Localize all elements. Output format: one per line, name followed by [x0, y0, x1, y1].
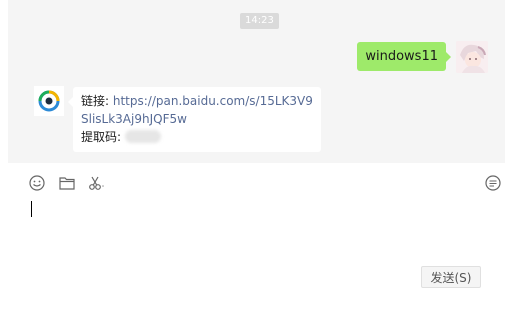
share-link[interactable]: https://pan.baidu.com/s/15LK3V9SlisLk3Aj… — [81, 94, 313, 126]
extraction-code-label: 提取码: — [81, 130, 122, 144]
text-caret — [31, 201, 32, 217]
extraction-code-redacted — [124, 130, 161, 143]
link-label: 链接: — [81, 94, 110, 108]
scissors-icon[interactable] — [87, 174, 107, 192]
chat-history-icon[interactable] — [484, 174, 502, 192]
received-message-bubble[interactable]: 链接: https://pan.baidu.com/s/15LK3V9SlisL… — [68, 87, 321, 152]
folder-icon[interactable] — [58, 174, 76, 192]
sent-message-bubble[interactable]: windows11 — [357, 42, 451, 71]
message-input[interactable] — [28, 198, 498, 258]
message-timestamp: 14:23 — [240, 13, 279, 29]
send-button[interactable]: 发送(S) — [421, 266, 481, 288]
emoji-icon[interactable] — [28, 174, 46, 192]
avatar-image — [456, 41, 488, 73]
my-avatar[interactable] — [456, 41, 488, 73]
contact-avatar[interactable] — [34, 86, 64, 116]
baidu-netdisk-logo-icon — [34, 86, 64, 116]
